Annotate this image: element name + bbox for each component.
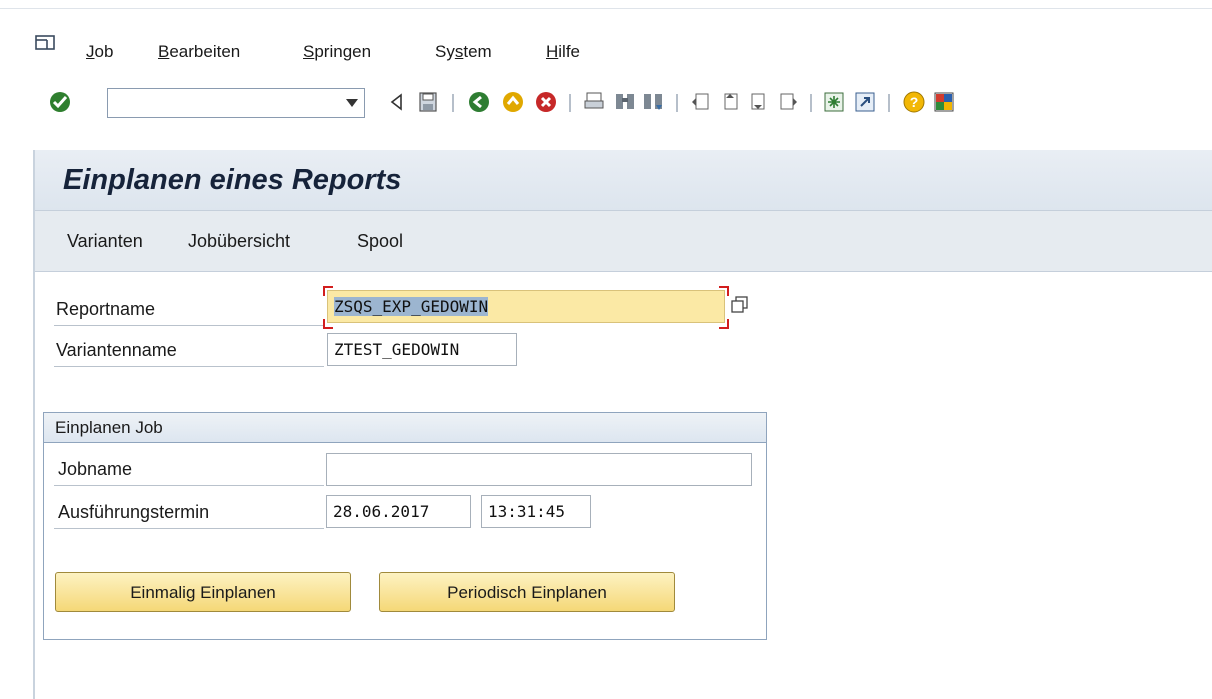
svg-text:?: ? xyxy=(910,94,919,110)
help-icon[interactable]: ? xyxy=(902,90,926,114)
menu-springen[interactable]: Springen xyxy=(303,42,371,62)
chevron-down-icon[interactable] xyxy=(346,99,358,107)
customize-layout-icon[interactable] xyxy=(932,90,956,114)
save-icon[interactable] xyxy=(416,90,440,114)
back-green-icon[interactable] xyxy=(467,90,491,114)
variant-label: Variantenname xyxy=(56,340,177,360)
find-next-icon[interactable] xyxy=(641,90,665,114)
reportname-label: Reportname xyxy=(56,299,156,319)
schedule-periodic-button[interactable]: Periodisch Einplanen xyxy=(379,572,675,612)
jobname-field[interactable] xyxy=(326,453,752,486)
focus-marker xyxy=(323,286,333,296)
command-field[interactable] xyxy=(107,88,365,118)
toolbar-separator xyxy=(452,94,454,112)
window-top-border xyxy=(0,0,1212,9)
varianten-button[interactable]: Varianten xyxy=(67,231,143,252)
variant-field[interactable]: ZTEST_GEDOWIN xyxy=(327,333,517,366)
time-field[interactable]: 13:31:45 xyxy=(481,495,591,528)
jobuebersicht-button[interactable]: Jobübersicht xyxy=(188,231,290,252)
toolbar-separator xyxy=(569,94,571,112)
label-underline xyxy=(54,485,324,486)
page-title: Einplanen eines Reports xyxy=(63,164,402,196)
menu-hilfe[interactable]: Hilfe xyxy=(546,42,580,62)
toolbar-separator xyxy=(810,94,812,112)
shortcut-icon[interactable] xyxy=(853,90,877,114)
enter-icon[interactable] xyxy=(48,90,72,114)
date-field[interactable]: 28.06.2017 xyxy=(326,495,471,528)
focus-marker xyxy=(719,319,729,329)
value-help-icon[interactable] xyxy=(730,295,750,315)
menu-bar: Job Bearbeiten Springen System Hilfe xyxy=(0,30,1212,66)
group-header: Einplanen Job xyxy=(44,413,766,443)
system-toolbar: ? xyxy=(0,84,1212,128)
spool-button[interactable]: Spool xyxy=(357,231,403,252)
next-page-icon[interactable] xyxy=(747,90,771,114)
toolbar-separator xyxy=(888,94,890,112)
application-toolbar: Varianten Jobübersicht Spool xyxy=(35,211,1212,272)
cancel-icon[interactable] xyxy=(534,90,558,114)
first-page-icon[interactable] xyxy=(689,90,713,114)
date-label: Ausführungstermin xyxy=(58,502,210,522)
print-icon[interactable] xyxy=(582,90,606,114)
label-underline xyxy=(54,528,324,529)
label-underline xyxy=(54,366,324,367)
last-page-icon[interactable] xyxy=(776,90,800,114)
reportname-field[interactable]: ZSQS_EXP_GEDOWIN xyxy=(327,290,725,323)
back-icon[interactable] xyxy=(385,90,409,114)
menu-system[interactable]: System xyxy=(435,42,492,62)
jobname-label: Jobname xyxy=(58,459,133,479)
find-icon[interactable] xyxy=(613,90,637,114)
exit-icon[interactable] xyxy=(501,90,525,114)
schedule-once-button[interactable]: Einmalig Einplanen xyxy=(55,572,351,612)
menu-bearbeiten[interactable]: Bearbeiten xyxy=(158,42,240,62)
job-group-box: Einplanen Job Jobname Ausführungstermin … xyxy=(43,412,767,640)
group-title: Einplanen Job xyxy=(55,418,163,437)
create-session-icon[interactable] xyxy=(822,90,846,114)
focus-marker xyxy=(719,286,729,296)
title-bar: Einplanen eines Reports xyxy=(35,150,1212,211)
menu-icon[interactable] xyxy=(34,34,56,52)
main-area: Einplanen eines Reports Varianten Jobübe… xyxy=(33,150,1212,699)
toolbar-separator xyxy=(676,94,678,112)
focus-marker xyxy=(323,319,333,329)
label-underline xyxy=(54,325,324,326)
previous-page-icon[interactable] xyxy=(718,90,742,114)
menu-job[interactable]: Job xyxy=(86,42,113,62)
